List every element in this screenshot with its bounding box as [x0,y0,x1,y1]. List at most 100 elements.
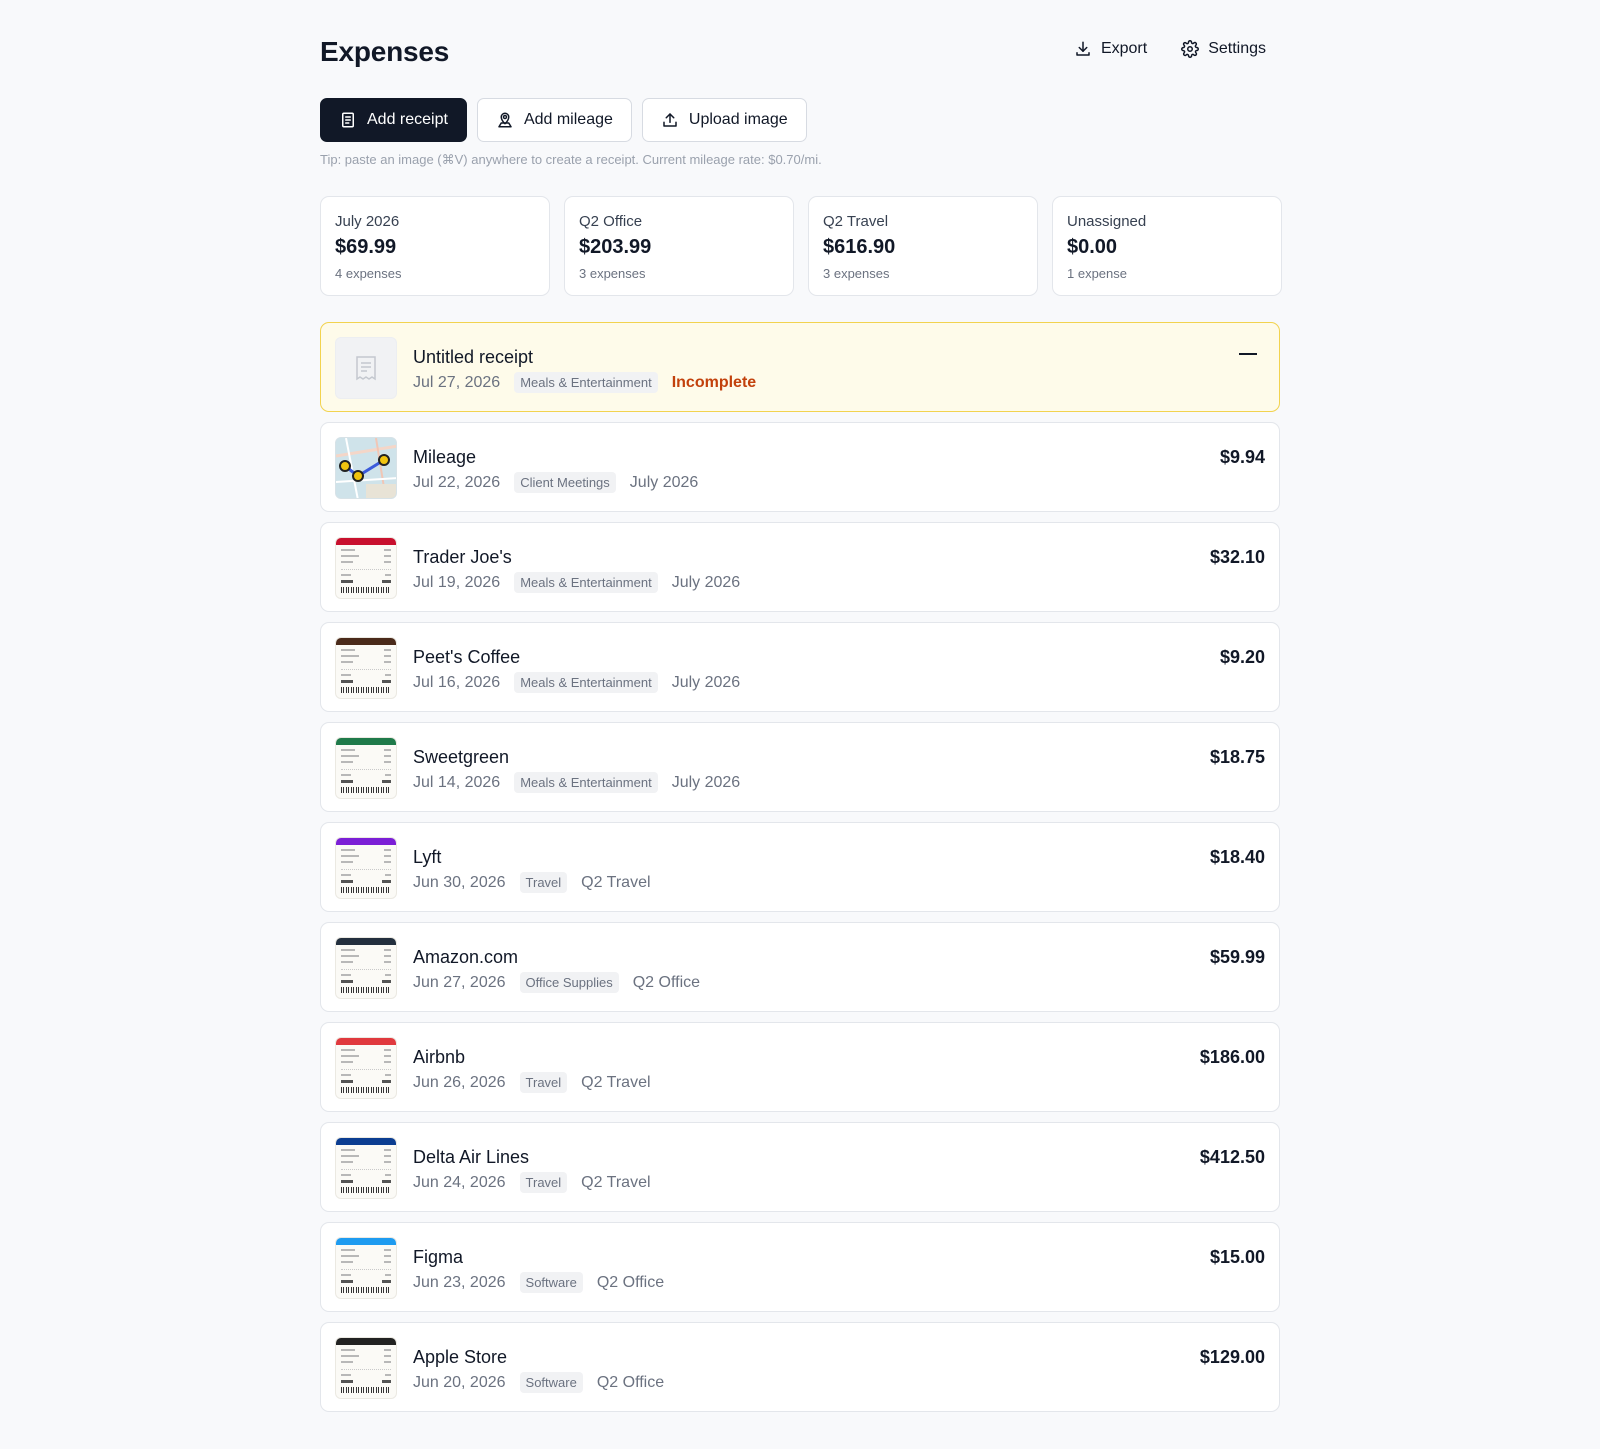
action-bar: Add receipt Add mileage Upload image [320,98,807,142]
expense-meta: Jun 27, 2026 Office Supplies Q2 Office [413,972,700,993]
card-count: 1 expense [1067,266,1127,281]
expense-row[interactable]: Delta Air Lines Jun 24, 2026 Travel Q2 Trav… [320,1122,1280,1212]
expense-row[interactable]: Mileage Jul 22, 2026 Client Meetings July 2… [320,422,1280,512]
card-amount: $0.00 [1067,236,1118,258]
report-name: July 2026 [629,473,699,491]
export-label: Export [1100,40,1148,57]
expense-meta: Jul 19, 2026 Meals & Entertainment July 20… [413,572,740,593]
card-count: 3 expenses [823,266,890,281]
paste-tip: Tip: paste an image (⌘V) anywhere to cre… [320,152,822,167]
card-label: Unassigned [1067,213,1147,230]
add-receipt-button[interactable]: Add receipt [320,98,467,142]
summary-card-unassigned[interactable]: Unassigned $0.00 1 expense [1052,196,1282,296]
card-label: Q2 Travel [823,213,889,230]
expense-date: Jun 23, 2026 [413,1273,506,1291]
expense-row[interactable]: Figma Jun 23, 2026 Software Q2 Office $15.00 [320,1222,1280,1312]
card-amount: $203.99 [579,236,652,258]
receipt-thumbnail [335,637,397,699]
card-amount: $69.99 [335,236,397,258]
expense-meta: Jul 14, 2026 Meals & Entertainment July 20… [413,772,740,793]
expense-amount: $129.00 [1199,1347,1265,1367]
category-tag: Client Meetings [514,472,616,493]
card-amount: $616.90 [823,236,896,258]
expense-amount: $18.40 [1209,847,1265,867]
expense-row[interactable]: Trader Joe's Jul 19, 2026 Meals & Entertai… [320,522,1280,612]
receipt-thumbnail [335,1337,397,1399]
expense-amount: $15.00 [1209,1247,1265,1267]
category-tag: Office Supplies [519,972,619,993]
expense-title: Airbnb [413,1047,466,1067]
expense-date: Jun 24, 2026 [413,1173,506,1191]
report-name: July 2026 [671,673,741,691]
category-tag: Software [519,1272,583,1293]
summary-card-q2-office[interactable]: Q2 Office $203.99 3 expenses [564,196,794,296]
receipt-thumbnail [335,1137,397,1199]
add-mileage-button[interactable]: Add mileage [476,98,632,142]
expense-date: Jul 19, 2026 [413,573,501,591]
expense-date: Jun 20, 2026 [413,1373,506,1391]
receipt-icon [342,112,354,128]
expense-amount: $18.75 [1209,747,1265,767]
expense-title: Amazon.com [413,947,519,967]
expense-row[interactable]: Apple Store Jun 20, 2026 Software Q2 Office… [320,1322,1280,1412]
receipt-placeholder-icon [356,356,376,381]
summary-card-q2-travel[interactable]: Q2 Travel $616.90 3 expenses [808,196,1038,296]
card-label: July 2026 [335,213,400,230]
card-count: 3 expenses [579,266,646,281]
report-name: Q2 Travel [581,1173,651,1191]
upload-image-button[interactable]: Upload image [641,98,807,142]
expense-meta: Jul 16, 2026 Meals & Entertainment July 20… [413,672,740,693]
add-mileage-label: Add mileage [523,111,613,128]
status-badge: Incomplete [671,373,757,391]
expense-date: Jun 30, 2026 [413,873,506,891]
expense-row[interactable]: Peet's Coffee Jul 16, 2026 Meals & Enterta… [320,622,1280,712]
receipt-thumbnail [335,1237,397,1299]
settings-button[interactable]: Settings [1181,40,1266,58]
category-tag: Meals & Entertainment [514,672,658,693]
category-tag: Meals & Entertainment [514,572,658,593]
receipt-thumbnail [335,937,397,999]
expense-row[interactable]: Untitled receipt Jul 27, 2026 Meals & Ente… [320,322,1280,412]
receipt-thumbnail [335,537,397,599]
card-count: 4 expenses [335,266,402,281]
expense-title: Apple Store [413,1347,508,1367]
expense-list: Untitled receipt Jul 27, 2026 Meals & Ente… [320,322,1280,1422]
receipt-thumbnail-placeholder [335,337,397,399]
expense-title: Trader Joe's [413,547,512,567]
report-name: Q2 Travel [581,873,651,891]
expense-date: Jul 14, 2026 [413,773,501,791]
summary-card-july-2026[interactable]: July 2026 $69.99 4 expenses [320,196,550,296]
category-tag: Meals & Entertainment [514,372,658,393]
expense-row[interactable]: Airbnb Jun 26, 2026 Travel Q2 Travel $186.00 [320,1022,1280,1112]
map-pin-icon [498,112,512,128]
expense-amount: $59.99 [1209,947,1265,967]
expense-title: Untitled receipt [413,347,534,367]
expense-meta: Jun 26, 2026 Travel Q2 Travel [413,1072,651,1093]
expense-row[interactable]: Amazon.com Jun 27, 2026 Office Supplies Q2 … [320,922,1280,1012]
settings-label: Settings [1208,40,1266,57]
expense-date: Jul 16, 2026 [413,673,501,691]
report-name: Q2 Office [596,1373,665,1391]
summary-cards: July 2026 $69.99 4 expenses Q2 Office $2… [320,196,1282,296]
download-icon [1076,41,1090,56]
expense-meta: Jul 22, 2026 Client Meetings July 2026 [413,472,698,493]
expense-date: Jul 22, 2026 [413,473,501,491]
page-title: Expenses [320,36,450,67]
route-map-icon [336,438,396,498]
report-name: July 2026 [671,573,741,591]
expense-row[interactable]: Lyft Jun 30, 2026 Travel Q2 Travel $18.40 [320,822,1280,912]
category-tag: Software [519,1372,583,1393]
minus-icon[interactable] [1239,353,1257,355]
expense-title: Figma [413,1247,464,1267]
expense-amount: $9.20 [1219,647,1265,667]
report-name: July 2026 [671,773,741,791]
export-button[interactable]: Export [1074,40,1147,58]
expense-meta: Jun 20, 2026 Software Q2 Office [413,1372,664,1393]
expense-title: Peet's Coffee [413,647,521,667]
expenses-page: Expenses Export Settings Add receipt Add… [320,0,1282,1412]
category-tag: Meals & Entertainment [514,772,658,793]
report-name: Q2 Office [596,1273,665,1291]
expense-row[interactable]: Sweetgreen Jul 14, 2026 Meals & Entertainm… [320,722,1280,812]
expense-amount: $186.00 [1199,1047,1265,1067]
report-name: Q2 Office [632,973,701,991]
